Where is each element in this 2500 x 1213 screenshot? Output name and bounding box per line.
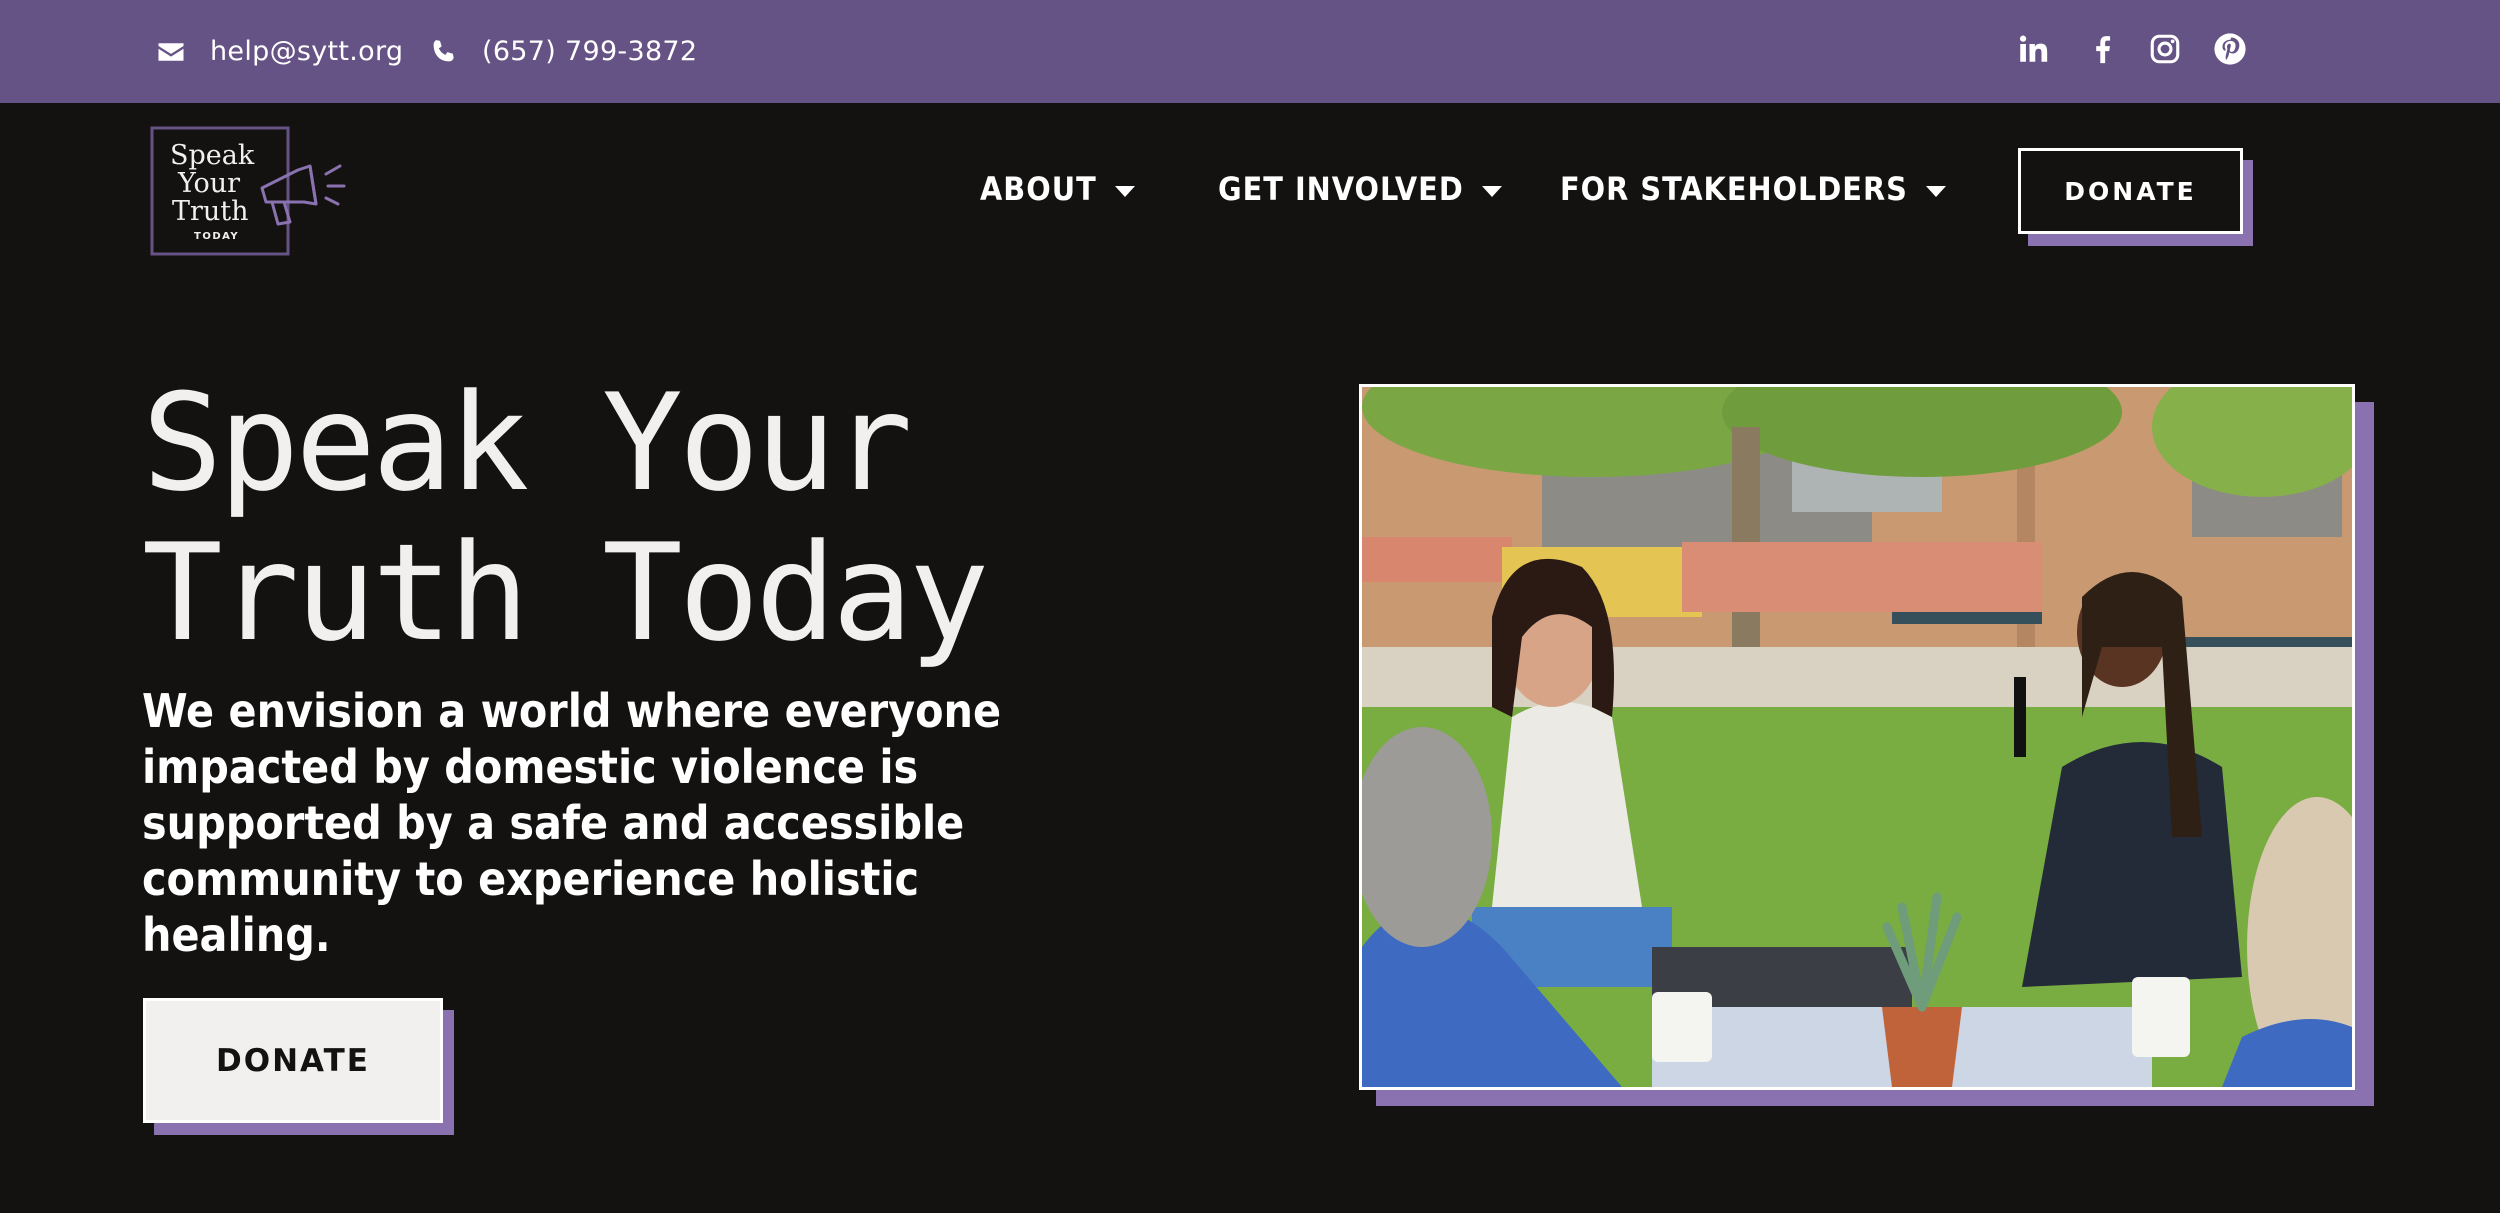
svg-text:TODAY: TODAY bbox=[194, 231, 239, 242]
hero-title-line-2: Truth Today bbox=[142, 515, 989, 671]
top-contact-bar: help@sytt.org (657) 799-3872 bbox=[0, 0, 2500, 103]
site-logo[interactable]: Speak Your Truth TODAY bbox=[150, 126, 350, 256]
nav-for-stakeholders[interactable]: FOR STAKEHOLDERS bbox=[1560, 164, 1946, 214]
svg-text:Your: Your bbox=[177, 168, 240, 199]
nav-about-label: ABOUT bbox=[980, 170, 1097, 208]
nav-for-stakeholders-label: FOR STAKEHOLDERS bbox=[1560, 170, 1908, 208]
instagram-link[interactable] bbox=[2146, 30, 2184, 68]
caret-down-icon bbox=[1925, 185, 1946, 197]
community-gathering-photo bbox=[1362, 387, 2352, 1087]
hero-photo bbox=[1359, 384, 2355, 1090]
envelope-icon bbox=[158, 42, 184, 61]
caret-down-icon bbox=[1481, 185, 1502, 197]
hero-subtitle: We envision a world where everyone impac… bbox=[142, 684, 1002, 962]
linkedin-icon bbox=[2019, 35, 2048, 62]
linkedin-link[interactable] bbox=[2014, 30, 2052, 68]
email-text: help@sytt.org bbox=[210, 36, 404, 67]
hero-title: Speak Your Truth Today bbox=[142, 368, 1042, 668]
facebook-icon bbox=[2096, 36, 2111, 64]
hero-donate-button[interactable]: DONATE bbox=[143, 998, 443, 1123]
phone-link[interactable]: (657) 799-3872 bbox=[428, 0, 697, 103]
email-link[interactable]: help@sytt.org bbox=[156, 0, 403, 103]
instagram-icon bbox=[2150, 34, 2180, 64]
hero-donate-wrapper: DONATE bbox=[143, 998, 454, 1135]
facebook-link[interactable] bbox=[2084, 30, 2122, 68]
nav-about[interactable]: ABOUT bbox=[980, 164, 1135, 214]
phone-icon bbox=[433, 39, 454, 61]
nav-donate-button[interactable]: DONATE bbox=[2018, 148, 2243, 234]
caret-down-icon bbox=[1114, 185, 1135, 197]
nav-donate-wrapper: DONATE bbox=[2018, 148, 2253, 246]
phone-text: (657) 799-3872 bbox=[482, 36, 698, 67]
nav-get-involved[interactable]: GET INVOLVED bbox=[1218, 164, 1502, 214]
hero-title-line-1: Speak Your bbox=[142, 365, 913, 521]
pinterest-link[interactable] bbox=[2211, 30, 2249, 68]
svg-text:Speak: Speak bbox=[170, 140, 255, 171]
megaphone-logo-icon: Speak Your Truth TODAY bbox=[150, 126, 346, 256]
svg-text:Truth: Truth bbox=[172, 196, 249, 227]
pinterest-icon bbox=[2214, 33, 2246, 65]
nav-get-involved-label: GET INVOLVED bbox=[1218, 170, 1464, 208]
